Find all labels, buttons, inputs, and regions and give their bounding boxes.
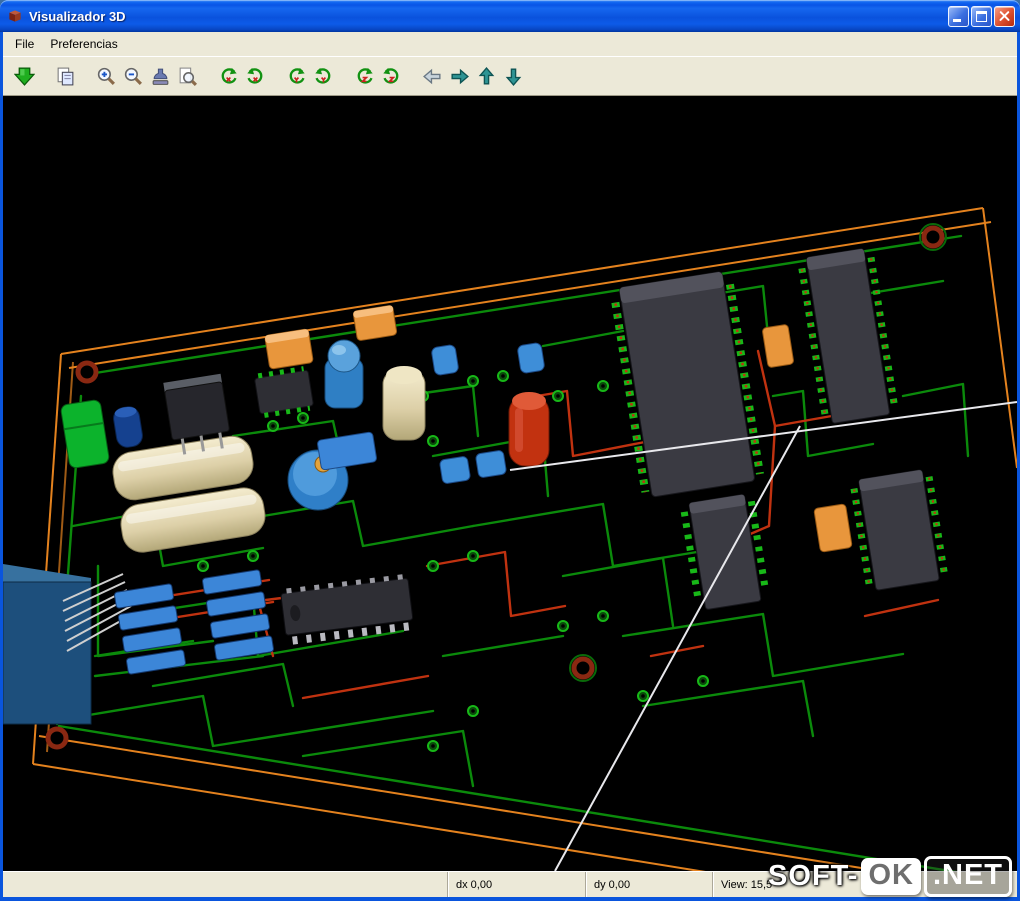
rotate-x-ccw-button[interactable] <box>215 63 242 90</box>
red-capacitor <box>508 392 550 467</box>
beige-capacitor <box>382 366 426 441</box>
move-left-icon <box>423 68 441 84</box>
move-down-icon <box>505 67 522 86</box>
zoom-fit-button[interactable] <box>174 63 201 90</box>
stamp-icon <box>152 68 169 85</box>
app-icon <box>9 10 21 22</box>
orange-film-capacitor <box>813 503 853 553</box>
redraw-view-button[interactable] <box>147 63 174 90</box>
toolbar-separator <box>405 57 419 95</box>
toolbar-separator <box>269 57 283 95</box>
rotate-y-cw-button[interactable] <box>310 63 337 90</box>
statusbar-blank <box>3 872 447 897</box>
app-window: Visualizador 3D File Preferencias dx 0,0… <box>0 0 1020 901</box>
minimize-icon <box>953 18 961 22</box>
toolbar-separator <box>201 57 215 95</box>
move-up-icon <box>478 66 495 85</box>
zoom-in-button[interactable] <box>93 63 120 90</box>
zoom-out-icon <box>124 67 142 85</box>
minimize-button[interactable] <box>948 5 969 27</box>
move-left-button[interactable] <box>419 63 446 90</box>
maximize-icon <box>976 10 987 22</box>
statusbar-dy: dy 0,00 <box>585 872 712 897</box>
rotate-cw-x-icon <box>247 67 263 84</box>
rotate-z-cw-button[interactable] <box>378 63 405 90</box>
reload-board-button[interactable] <box>11 63 38 90</box>
rotate-cw-z-icon <box>383 67 399 84</box>
rotate-y-ccw-button[interactable] <box>283 63 310 90</box>
zoom-fit-icon <box>179 67 198 86</box>
rotate-cw-y-icon <box>315 67 331 84</box>
zoom-in-icon <box>97 67 115 85</box>
watermark-soft: SOFT- <box>768 860 859 892</box>
move-up-button[interactable] <box>473 63 500 90</box>
orange-film-capacitor <box>264 328 314 370</box>
watermark-net-badge: .NET <box>923 856 1012 897</box>
toolbar <box>3 56 1017 96</box>
zoom-out-button[interactable] <box>120 63 147 90</box>
move-down-button[interactable] <box>500 63 527 90</box>
titlebar[interactable]: Visualizador 3D <box>0 0 1020 32</box>
maximize-button[interactable] <box>971 5 992 27</box>
pcb-3d-viewport[interactable] <box>3 96 1017 871</box>
menu-preferencias[interactable]: Preferencias <box>42 34 125 54</box>
rotate-x-cw-button[interactable] <box>242 63 269 90</box>
copy-icon <box>57 67 74 85</box>
window-title: Visualizador 3D <box>29 8 126 24</box>
move-right-icon <box>451 68 469 84</box>
watermark-ok-badge: OK <box>861 858 921 895</box>
blue-electrolytic-capacitor <box>324 339 364 409</box>
view-value: View: 15,5 <box>721 878 773 891</box>
rotate-ccw-z-icon <box>357 67 373 84</box>
toolbar-separator <box>337 57 351 95</box>
copy-image-button[interactable] <box>52 63 79 90</box>
dy-value: dy 0,00 <box>594 878 631 891</box>
toolbar-separator <box>38 57 52 95</box>
toolbar-separator <box>79 57 93 95</box>
move-right-button[interactable] <box>446 63 473 90</box>
orange-film-capacitor <box>352 305 398 341</box>
close-button[interactable] <box>994 5 1015 27</box>
rotate-z-ccw-button[interactable] <box>351 63 378 90</box>
rotate-ccw-x-icon <box>221 67 237 84</box>
menubar: File Preferencias <box>3 32 1017 56</box>
dx-value: dx 0,00 <box>456 878 493 891</box>
statusbar-dx: dx 0,00 <box>447 872 585 897</box>
pcb-3d-render <box>3 96 1017 871</box>
green-down-arrow-icon <box>14 66 35 86</box>
rotate-ccw-y-icon <box>289 67 305 84</box>
menu-file[interactable]: File <box>7 34 42 54</box>
orange-film-capacitor <box>762 324 794 368</box>
watermark: SOFT- OK .NET <box>768 856 1012 897</box>
